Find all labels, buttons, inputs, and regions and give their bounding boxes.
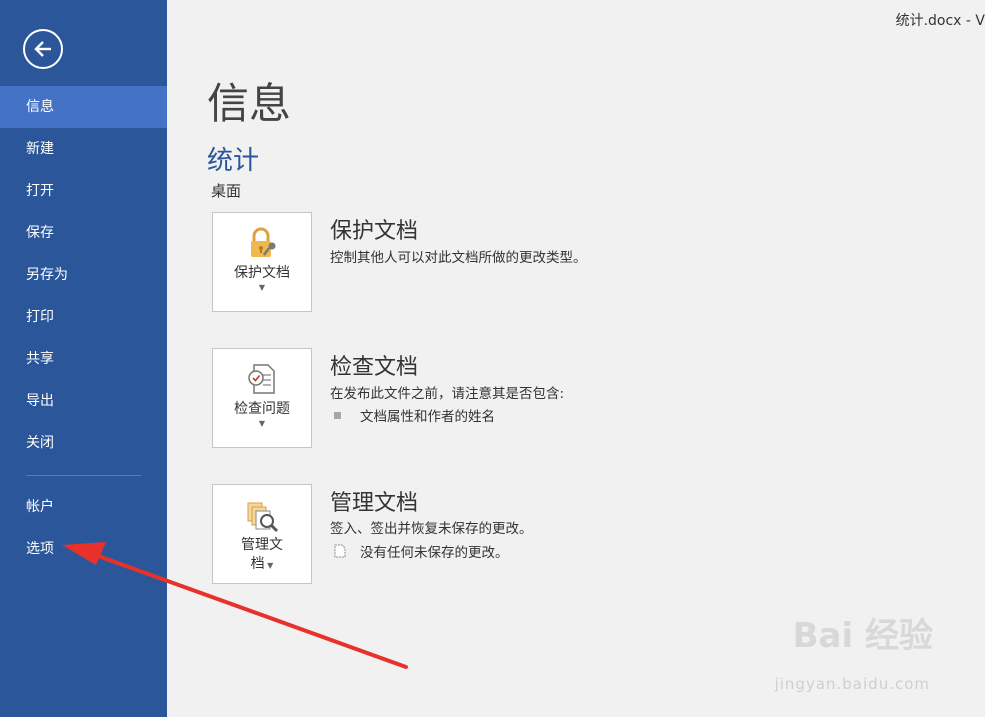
nav-item-new[interactable]: 新建 — [0, 128, 167, 170]
lock-key-icon — [251, 227, 276, 257]
inspect-document-bullet-text: 文档属性和作者的姓名 — [360, 409, 495, 425]
nav-item-save-as[interactable]: 另存为 — [0, 254, 167, 296]
check-issues-button[interactable]: 检查问题 ▼ — [212, 348, 312, 448]
backstage-sidebar: 信息 新建 打开 保存 另存为 打印 共享 导出 关闭 帐户 选项 — [0, 0, 167, 717]
nav-item-account[interactable]: 帐户 — [0, 486, 167, 528]
manage-document-button-label: 管理文 档 ▼ — [241, 537, 283, 572]
protect-document-button-label: 保护文档 — [234, 265, 290, 281]
page-title: 信息 — [207, 79, 292, 128]
back-button[interactable] — [23, 29, 63, 69]
nav-item-export[interactable]: 导出 — [0, 380, 167, 422]
manage-document-title: 管理文档 — [330, 491, 419, 516]
inspect-document-description: 在发布此文件之前，请注意其是否包含: — [330, 386, 565, 402]
sidebar-divider — [26, 475, 141, 476]
document-location: 桌面 — [211, 182, 242, 200]
window-title: 统计.docx - V — [895, 13, 985, 29]
nav-item-close[interactable]: 关闭 — [0, 422, 167, 464]
back-arrow-icon — [34, 41, 51, 57]
manage-document-bullet-text: 没有任何未保存的更改。 — [360, 545, 509, 561]
watermark-logo: Bai 经验 — [792, 616, 933, 656]
document-icon — [334, 544, 346, 558]
inspect-document-title: 检查文档 — [330, 355, 419, 380]
inspect-document-bullet: 文档属性和作者的姓名 — [334, 405, 495, 425]
check-issues-button-label: 检查问题 — [234, 401, 290, 417]
manage-versions-icon — [247, 502, 279, 533]
nav-item-print[interactable]: 打印 — [0, 296, 167, 338]
protect-document-description: 控制其他人可以对此文档所做的更改类型。 — [330, 250, 587, 266]
manage-document-button[interactable]: 管理文 档 ▼ — [212, 484, 312, 584]
manage-document-bullet: 没有任何未保存的更改。 — [334, 541, 509, 561]
caret-down-icon: ▼ — [264, 561, 274, 570]
nav-item-options[interactable]: 选项 — [0, 528, 167, 570]
protect-document-title: 保护文档 — [330, 219, 419, 244]
nav-item-share[interactable]: 共享 — [0, 338, 167, 380]
nav-item-open[interactable]: 打开 — [0, 170, 167, 212]
watermark-url: jingyan.baidu.com — [774, 675, 930, 693]
document-name: 统计 — [207, 146, 260, 176]
inspect-doc-icon — [248, 364, 275, 394]
nav-item-save[interactable]: 保存 — [0, 212, 167, 254]
caret-down-icon: ▼ — [258, 419, 266, 428]
protect-document-button[interactable]: 保护文档 ▼ — [212, 212, 312, 312]
bullet-square-icon — [334, 411, 341, 419]
nav-item-info[interactable]: 信息 — [0, 86, 167, 128]
caret-down-icon: ▼ — [258, 283, 266, 292]
manage-document-description: 签入、签出并恢复未保存的更改。 — [330, 521, 533, 537]
